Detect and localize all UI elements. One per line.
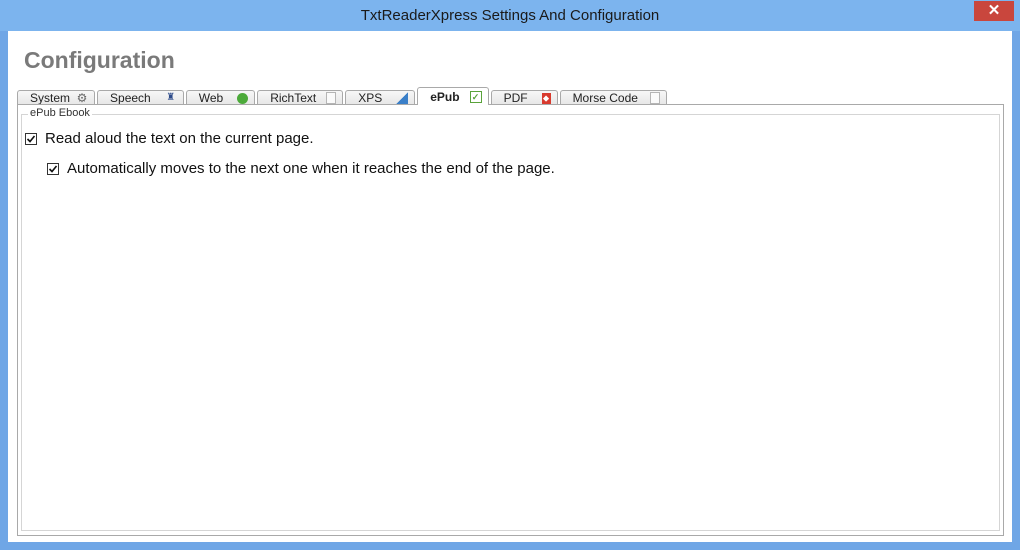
xps-icon	[396, 92, 409, 104]
document-icon	[649, 92, 660, 104]
close-icon: ✕	[987, 2, 1001, 19]
tab-label: PDF	[503, 91, 528, 105]
read-aloud-label: Read aloud the text on the current page.	[45, 130, 314, 147]
tab-system[interactable]: System ⚙	[17, 90, 96, 105]
close-button[interactable]: ✕	[974, 1, 1014, 21]
tab-richtext[interactable]: RichText	[257, 90, 344, 105]
tab-strip: System ⚙ Speech ♜ Web RichText XPS ePub	[17, 87, 669, 105]
tab-morse-code[interactable]: Morse Code	[559, 90, 667, 105]
pdf-icon: ⬥	[541, 92, 551, 104]
tab-label: ePub	[430, 89, 460, 104]
tab-label: RichText	[270, 91, 317, 105]
tab-label: Web	[198, 91, 224, 105]
read-aloud-checkbox[interactable]	[25, 132, 37, 145]
auto-next-page-checkbox[interactable]	[47, 162, 59, 175]
group-label: ePub Ebook	[28, 107, 92, 119]
epub-icon: ✓	[469, 90, 482, 103]
auto-next-page-option[interactable]: Automatically moves to the next one when…	[47, 160, 555, 177]
settings-window: TxtReaderXpress Settings And Configurati…	[0, 0, 1020, 550]
tab-panel-epub: ePub Ebook Read aloud the text on the cu…	[17, 104, 1004, 536]
globe-icon	[237, 92, 249, 104]
tab-epub[interactable]: ePub ✓	[417, 87, 489, 105]
read-aloud-option[interactable]: Read aloud the text on the current page.	[25, 130, 314, 147]
speech-icon: ♜	[166, 92, 176, 103]
client-area: Configuration System ⚙ Speech ♜ Web Rich…	[8, 31, 1012, 542]
tab-label: System	[30, 91, 71, 105]
tab-xps[interactable]: XPS	[345, 90, 416, 105]
tab-label: Morse Code	[572, 91, 638, 105]
window-title: TxtReaderXpress Settings And Configurati…	[360, 7, 660, 24]
tab-web[interactable]: Web	[185, 90, 256, 105]
tab-label: Speech	[110, 91, 151, 105]
document-icon	[326, 92, 337, 104]
page-title: Configuration	[24, 47, 175, 73]
checkmark-icon	[26, 134, 36, 143]
checkmark-icon	[48, 164, 58, 173]
tab-pdf[interactable]: PDF ⬥	[490, 90, 558, 105]
tab-speech[interactable]: Speech ♜	[97, 90, 184, 105]
auto-next-page-label: Automatically moves to the next one when…	[67, 160, 555, 177]
title-bar[interactable]: TxtReaderXpress Settings And Configurati…	[0, 0, 1020, 31]
gear-icon: ⚙	[76, 91, 88, 105]
tab-label: XPS	[358, 91, 383, 105]
